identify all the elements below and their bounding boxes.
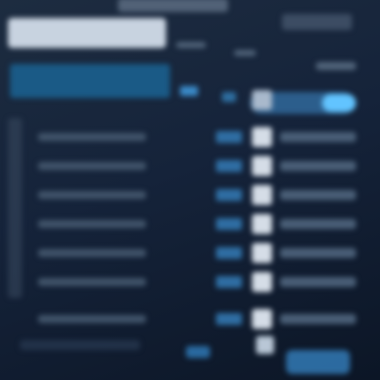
row-name: [38, 249, 146, 257]
row-checkbox[interactable]: [252, 272, 272, 292]
toggle-switch[interactable]: [322, 94, 356, 112]
table-row[interactable]: [38, 242, 360, 264]
row-name: [38, 162, 146, 170]
table-row[interactable]: [38, 184, 360, 206]
row-status: [216, 276, 242, 288]
menu-item-b[interactable]: [234, 50, 256, 56]
table-row[interactable]: [38, 271, 360, 293]
table-row[interactable]: [38, 126, 360, 148]
selected-row-highlight[interactable]: [10, 64, 170, 98]
row-detail: [280, 248, 356, 258]
table-row[interactable]: [38, 308, 360, 330]
menu-item-c[interactable]: [316, 62, 356, 70]
selected-row-checkbox[interactable]: [252, 90, 272, 110]
header-title-block: [8, 18, 166, 48]
footer-checkbox[interactable]: [256, 336, 274, 354]
row-checkbox[interactable]: [252, 185, 272, 205]
row-status: [216, 131, 242, 143]
screen-content: [0, 0, 380, 380]
row-detail: [280, 161, 356, 171]
row-checkbox[interactable]: [252, 127, 272, 147]
row-checkbox[interactable]: [252, 243, 272, 263]
footer-status: [186, 346, 210, 358]
table-row[interactable]: [38, 155, 360, 177]
row-detail: [280, 190, 356, 200]
row-status: [216, 247, 242, 259]
row-name: [38, 191, 146, 199]
row-name: [38, 315, 146, 323]
footer-action-button[interactable]: [286, 350, 350, 374]
menu-item-a[interactable]: [176, 42, 206, 48]
window-title-bar: [118, 0, 228, 12]
row-name: [38, 278, 146, 286]
row-detail: [280, 277, 356, 287]
row-checkbox[interactable]: [252, 156, 272, 176]
row-name: [38, 220, 146, 228]
row-status: [216, 218, 242, 230]
selected-row-status: [180, 86, 198, 96]
row-detail: [280, 219, 356, 229]
row-detail: [280, 314, 356, 324]
row-status: [216, 313, 242, 325]
blurred-app-screen: on: [0, 0, 380, 380]
selected-row-marker: [222, 92, 236, 102]
row-status: [216, 160, 242, 172]
left-sidebar-strip: [8, 118, 22, 298]
table-row[interactable]: [38, 213, 360, 235]
footer-text: [20, 340, 140, 350]
row-checkbox[interactable]: [252, 309, 272, 329]
row-detail: [280, 132, 356, 142]
header-right-control[interactable]: [282, 14, 352, 30]
row-status: [216, 189, 242, 201]
row-name: [38, 133, 146, 141]
row-checkbox[interactable]: [252, 214, 272, 234]
